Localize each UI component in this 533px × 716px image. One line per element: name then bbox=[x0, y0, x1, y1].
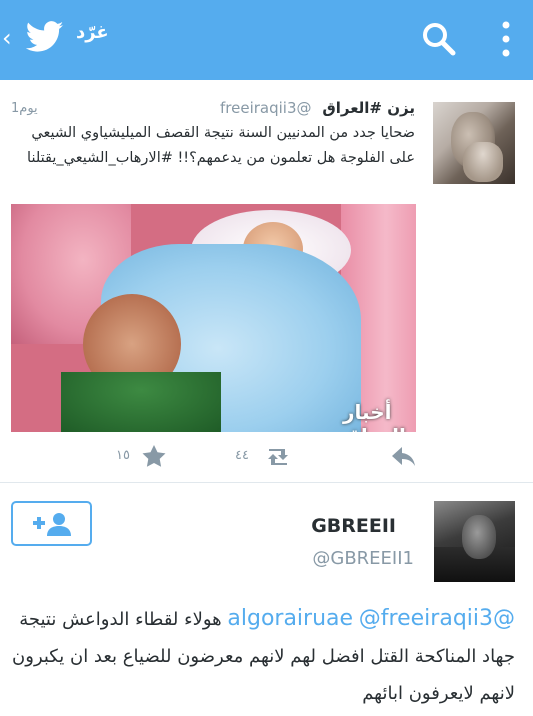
photo-watermark: أخبار العراق bbox=[343, 400, 406, 432]
avatar-hand bbox=[463, 142, 503, 182]
favorite-count: ١٥ bbox=[116, 448, 130, 463]
profile-avatar[interactable] bbox=[434, 501, 515, 582]
retweet-count: ٤٤ bbox=[235, 448, 249, 463]
twitter-bird-icon[interactable] bbox=[26, 20, 64, 54]
tweet-actions: ١٥ ٤٤ bbox=[0, 442, 533, 472]
tweet-author-handle[interactable]: @freeiraqii3 bbox=[220, 99, 312, 117]
photo-green-cloth bbox=[61, 372, 221, 432]
compose-tweet-button[interactable]: غرّد bbox=[76, 22, 109, 43]
top-app-bar: ‹ غرّد bbox=[0, 0, 533, 80]
avatar-head bbox=[462, 515, 496, 559]
profile-handle[interactable]: @GBREEII1 bbox=[312, 548, 414, 569]
mention-link[interactable]: @freeiraqii3 bbox=[359, 606, 493, 631]
search-icon[interactable] bbox=[422, 22, 456, 56]
tweet-photo[interactable]: أخبار العراق bbox=[11, 204, 416, 432]
tweet-text: ضحايا جدد من المدنيين السنة نتيجة القصف … bbox=[27, 125, 415, 166]
tweet-timestamp: 1يوم bbox=[11, 101, 38, 116]
profile-name[interactable]: GBREEII bbox=[311, 515, 396, 537]
tweet-text: @algorairuae @freeiraqii3 هولاء لقطاء ال… bbox=[5, 600, 515, 712]
reply-icon[interactable] bbox=[392, 447, 416, 467]
chevron-left-icon[interactable]: ‹ bbox=[2, 26, 12, 50]
overflow-menu-icon[interactable] bbox=[498, 20, 514, 58]
follow-button[interactable] bbox=[11, 501, 92, 546]
retweet-icon[interactable] bbox=[264, 447, 292, 467]
divider bbox=[0, 482, 533, 483]
tweet-author-avatar[interactable] bbox=[433, 102, 515, 184]
tweet-author-name[interactable]: يزن #العراق bbox=[322, 99, 415, 117]
tweet-header: يزن #العراق @freeiraqii3 bbox=[115, 99, 415, 121]
star-icon[interactable] bbox=[142, 445, 166, 467]
add-user-icon bbox=[33, 513, 71, 536]
